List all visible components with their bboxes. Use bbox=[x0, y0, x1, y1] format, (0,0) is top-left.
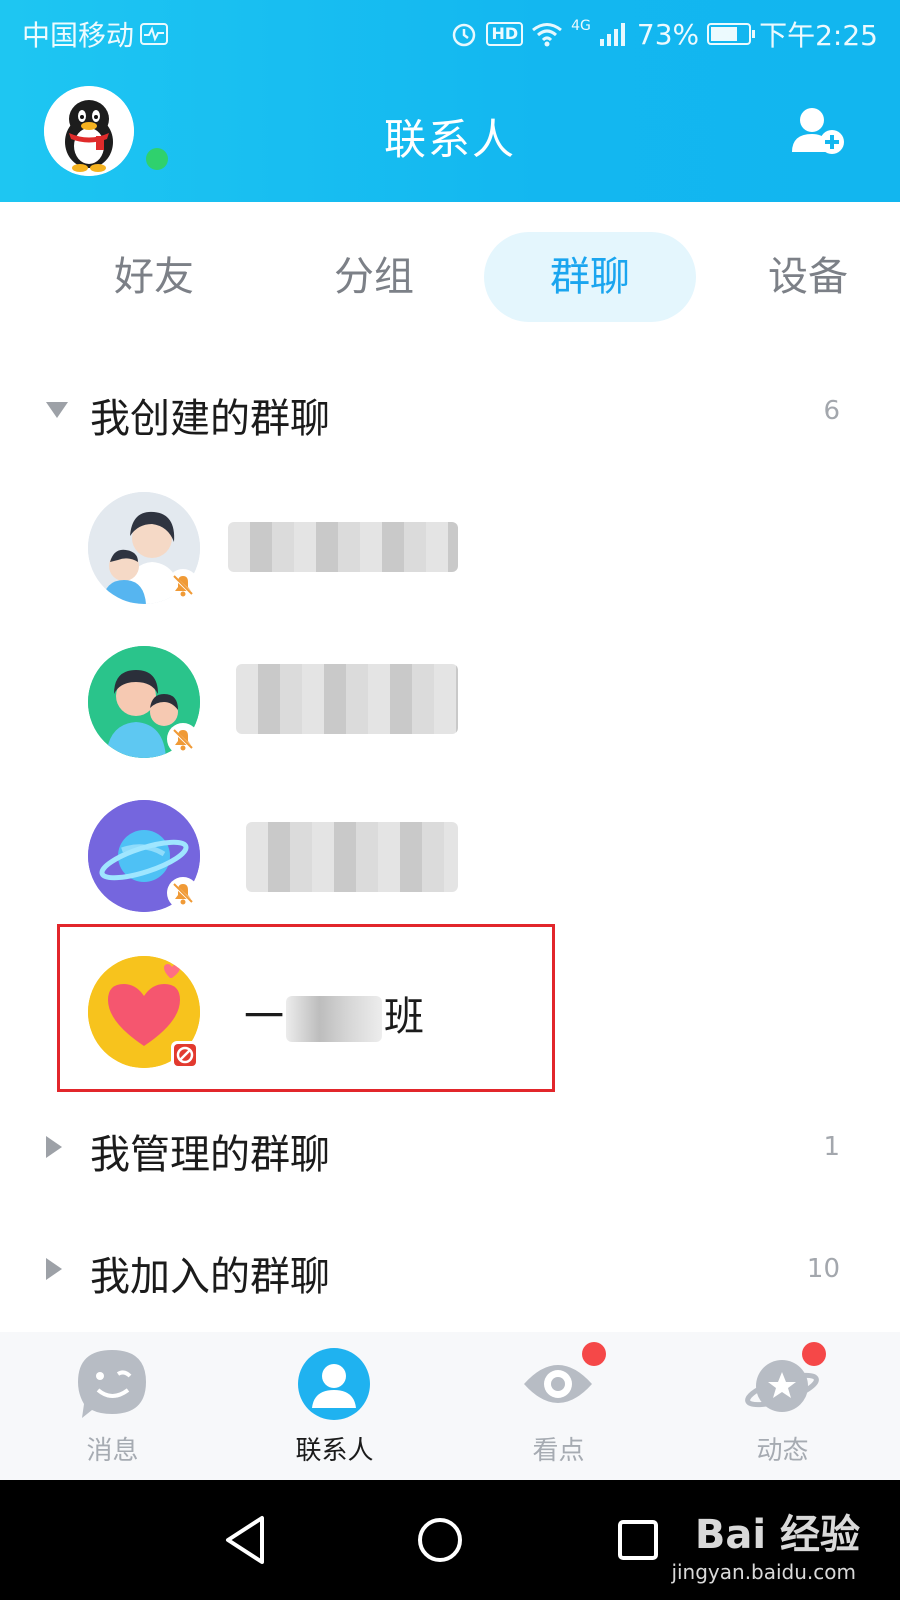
battery-fill bbox=[711, 27, 738, 41]
highlight-annotation bbox=[57, 924, 555, 1092]
tab-group-chats[interactable]: 群聊 bbox=[484, 232, 696, 322]
group-row[interactable] bbox=[0, 472, 900, 622]
nav-label: 看点 bbox=[532, 1436, 585, 1466]
caret-down-icon bbox=[46, 402, 68, 418]
section-count: 1 bbox=[823, 1132, 840, 1162]
tab-groups[interactable]: 分组 bbox=[284, 232, 464, 322]
carrier-label: 中国移动 bbox=[22, 19, 135, 52]
add-contact-button[interactable] bbox=[790, 104, 850, 160]
status-right: HD 4G 73% 下午2:25 bbox=[450, 14, 878, 54]
group-row[interactable] bbox=[0, 626, 900, 776]
nav-label: 联系人 bbox=[295, 1436, 374, 1466]
network-type: 4G bbox=[571, 18, 591, 34]
group-name-blurred bbox=[236, 664, 458, 734]
add-contact-icon bbox=[792, 108, 844, 154]
signal-icon bbox=[599, 23, 625, 46]
alarm-icon bbox=[453, 23, 476, 47]
battery-percent: 73% bbox=[636, 17, 700, 51]
tab-devices[interactable]: 设备 bbox=[740, 232, 900, 322]
group-row[interactable] bbox=[0, 780, 900, 930]
section-label: 我加入的群聊 bbox=[90, 1254, 330, 1300]
section-label: 我管理的群聊 bbox=[90, 1132, 330, 1178]
nav-contacts[interactable]: 联系人 bbox=[222, 1332, 447, 1480]
message-smile-icon bbox=[78, 1350, 146, 1418]
status-bar: 中国移动 HD 4G 73% 下午2:25 bbox=[0, 0, 900, 62]
section-joined-groups[interactable]: 我加入的群聊 10 bbox=[0, 1236, 900, 1306]
page-title: 联系人 bbox=[383, 115, 516, 164]
section-managed-groups[interactable]: 我管理的群聊 1 bbox=[0, 1114, 900, 1184]
nav-label: 动态 bbox=[756, 1436, 809, 1466]
status-left: 中国移动 bbox=[22, 14, 169, 54]
contacts-tabs: 好友 分组 群聊 设备 bbox=[0, 232, 900, 322]
notification-dot bbox=[802, 1342, 826, 1366]
nav-moments[interactable]: 动态 bbox=[670, 1332, 895, 1480]
hd-badge: HD bbox=[486, 22, 524, 46]
mute-bell-icon bbox=[167, 877, 199, 909]
nav-watch[interactable]: 看点 bbox=[446, 1332, 671, 1480]
contacts-person-icon bbox=[298, 1348, 370, 1420]
watermark-url: jingyan.baidu.com bbox=[671, 1560, 856, 1584]
section-created-groups[interactable]: 我创建的群聊 6 bbox=[0, 378, 900, 448]
group-name-blurred bbox=[246, 822, 458, 892]
clock: 下午2:25 bbox=[759, 19, 878, 52]
activity-icon bbox=[140, 23, 169, 45]
mute-bell-icon bbox=[167, 569, 199, 601]
contacts-screen: 中国移动 HD 4G 73% 下午2:25 联系人 好友 分组 群聊 设备 我创… bbox=[0, 0, 900, 1600]
nav-label: 消息 bbox=[86, 1436, 139, 1466]
recents-icon[interactable] bbox=[600, 1502, 676, 1578]
mute-bell-icon bbox=[167, 723, 199, 755]
header: 中国移动 HD 4G 73% 下午2:25 联系人 bbox=[0, 0, 900, 202]
section-label: 我创建的群聊 bbox=[90, 396, 330, 442]
notification-dot bbox=[582, 1342, 606, 1366]
tab-friends[interactable]: 好友 bbox=[64, 232, 244, 322]
nav-messages[interactable]: 消息 bbox=[0, 1332, 225, 1480]
caret-right-icon bbox=[46, 1136, 62, 1158]
watermark-logo: Bai 经验 bbox=[694, 1512, 860, 1558]
wifi-icon bbox=[532, 23, 563, 47]
battery-icon bbox=[707, 23, 756, 45]
bottom-nav: 消息 联系人 看点 动态 bbox=[0, 1332, 900, 1480]
section-count: 6 bbox=[823, 396, 840, 426]
group-name-blurred bbox=[228, 522, 458, 572]
back-icon[interactable] bbox=[208, 1502, 284, 1578]
home-icon[interactable] bbox=[402, 1502, 478, 1578]
caret-right-icon bbox=[46, 1258, 62, 1280]
section-count: 10 bbox=[806, 1254, 840, 1284]
